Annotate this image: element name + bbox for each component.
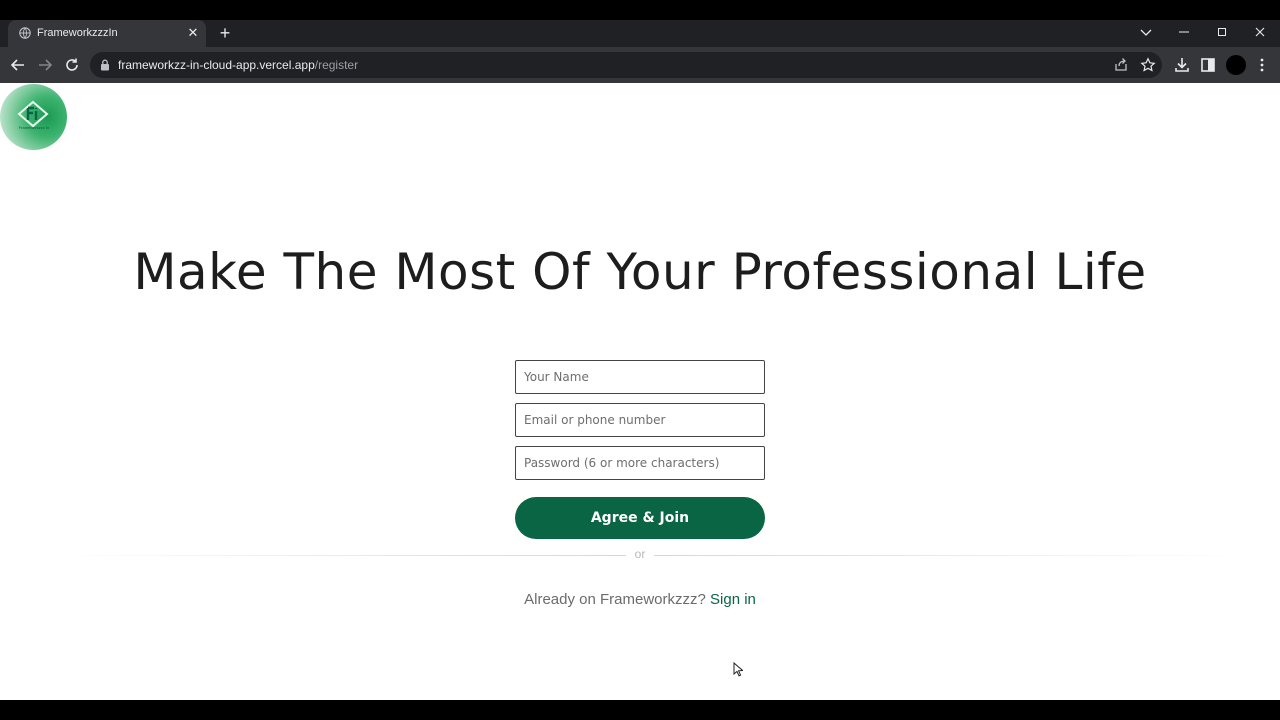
letterbox-top <box>0 0 1280 20</box>
agree-join-button[interactable]: Agree & Join <box>515 497 765 539</box>
signin-prompt-line: Already on Frameworkzzz? Sign in <box>0 591 1280 608</box>
chevron-down-icon[interactable] <box>1137 24 1155 42</box>
logo-text: Frameworkzzz In <box>18 125 50 130</box>
logo-mark-icon <box>17 100 49 128</box>
divider-line-left <box>56 555 626 556</box>
page-headline: Make The Most Of Your Professional Life <box>133 243 1147 301</box>
url-host: frameworkzz-in-cloud-app.vercel.app <box>118 58 315 72</box>
close-icon[interactable] <box>1251 24 1269 42</box>
url-path: /register <box>314 58 359 72</box>
signin-prompt: Already on Frameworkzzz? <box>524 591 706 608</box>
kebab-menu-icon[interactable] <box>1253 56 1271 74</box>
url-text: frameworkzz-in-cloud-app.vercel.app/regi… <box>118 58 358 72</box>
mouse-cursor-icon <box>733 662 743 677</box>
side-panel-icon[interactable] <box>1199 56 1217 74</box>
back-arrow-icon[interactable] <box>9 56 27 74</box>
browser-tab[interactable]: FrameworkzzzIn ✕ <box>8 20 206 47</box>
password-input[interactable] <box>515 446 765 480</box>
browser-tabstrip: FrameworkzzzIn ✕ + <box>0 20 1280 47</box>
divider-or-text: or <box>634 547 646 561</box>
register-page: Frameworkzzz In Make The Most Of Your Pr… <box>0 83 1280 700</box>
address-bar[interactable]: frameworkzz-in-cloud-app.vercel.app/regi… <box>90 52 1162 78</box>
plus-icon[interactable]: + <box>216 24 234 42</box>
email-input[interactable] <box>515 403 765 437</box>
browser-toolbar: frameworkzz-in-cloud-app.vercel.app/regi… <box>0 47 1280 83</box>
tab-close-icon[interactable]: ✕ <box>186 26 200 40</box>
restore-icon[interactable] <box>1213 24 1231 42</box>
globe-icon <box>19 27 31 39</box>
tab-title: FrameworkzzzIn <box>37 27 118 39</box>
lock-icon[interactable] <box>100 59 110 71</box>
forward-arrow-icon[interactable] <box>36 56 54 74</box>
minimize-icon[interactable] <box>1175 24 1193 42</box>
site-logo[interactable]: Frameworkzzz In <box>0 84 67 150</box>
share-icon[interactable] <box>1113 57 1129 73</box>
star-icon[interactable] <box>1140 57 1156 73</box>
signin-link[interactable]: Sign in <box>710 591 756 608</box>
divider-line-right <box>654 555 1244 556</box>
profile-avatar[interactable] <box>1226 55 1246 75</box>
reload-icon[interactable] <box>63 56 81 74</box>
download-icon[interactable] <box>1173 56 1191 74</box>
letterbox-bottom <box>0 700 1280 720</box>
name-input[interactable] <box>515 360 765 394</box>
